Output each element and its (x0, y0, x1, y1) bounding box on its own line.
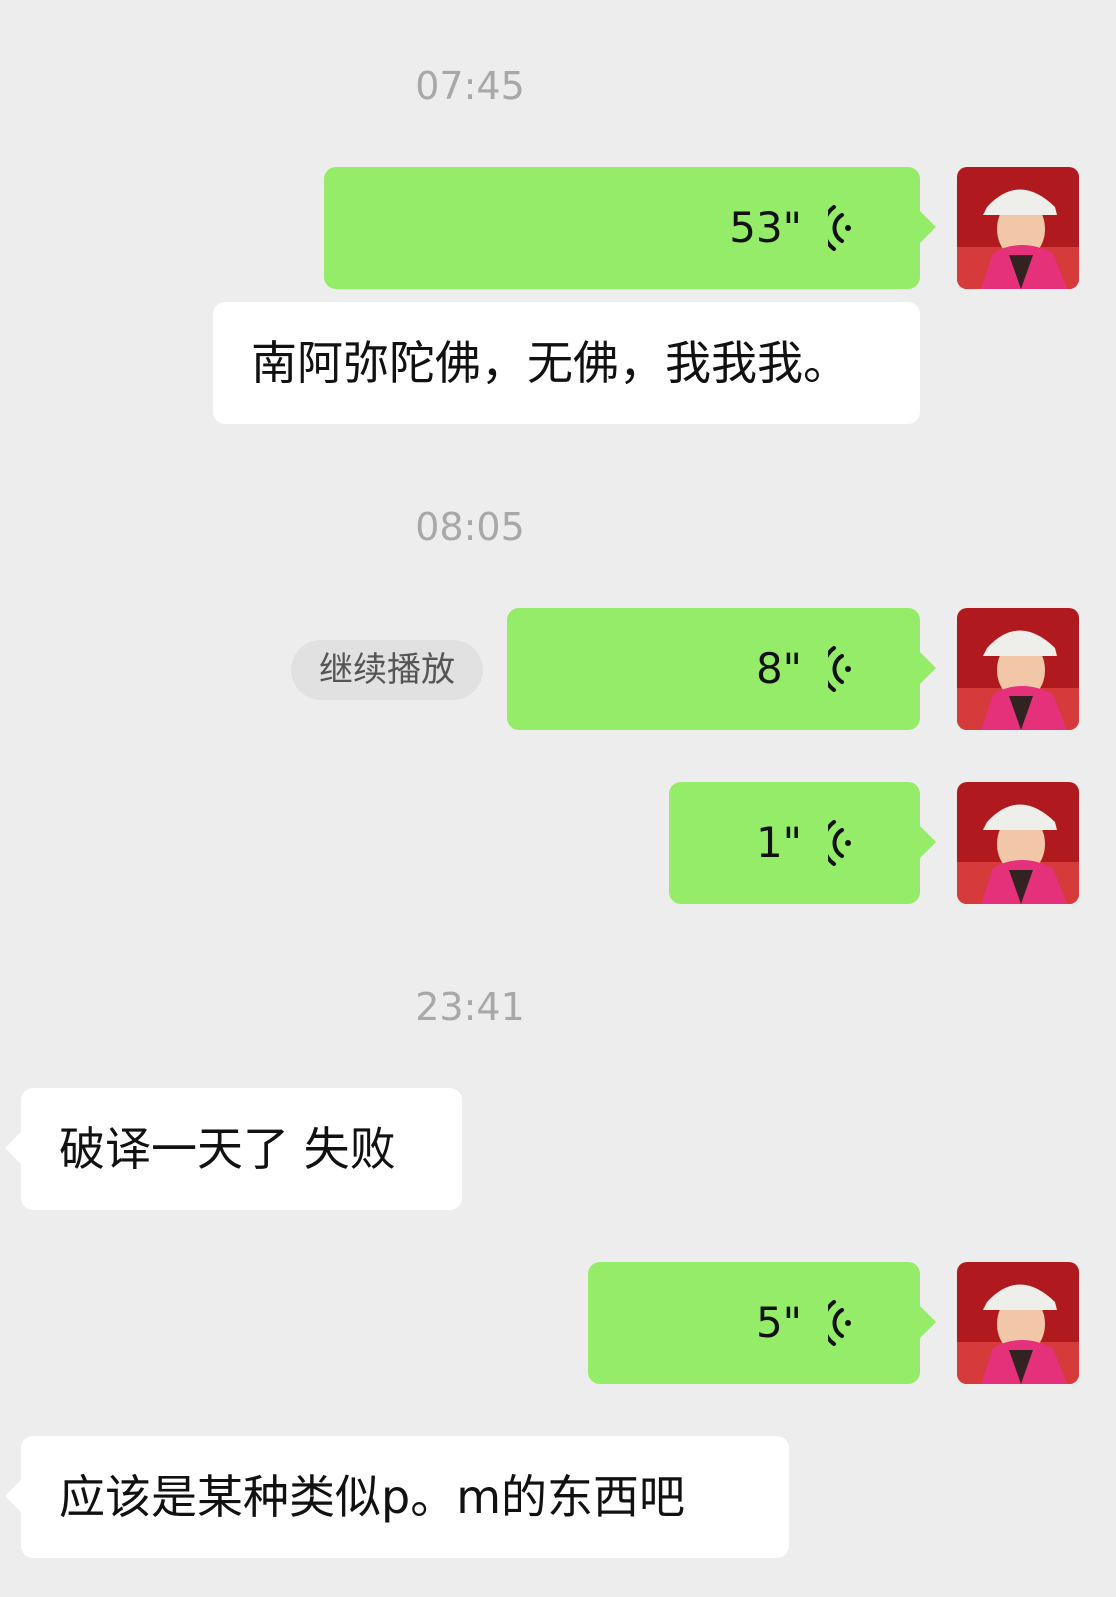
timestamp: 08:05 (415, 505, 525, 549)
continue-playing-button[interactable]: 继续播放 (291, 640, 483, 700)
received-message-bubble[interactable]: 破译一天了 失败 (5, 1088, 462, 1210)
voice-transcript-bubble[interactable]: 南阿弥陀佛，无佛，我我我。 (213, 302, 920, 424)
voice-duration: 5" (755, 1298, 802, 1347)
voice-message-bubble[interactable]: 1" (669, 782, 936, 904)
voice-wave-icon (828, 205, 851, 251)
received-message-bubble[interactable]: 应该是某种类似p。m的东西吧 (5, 1436, 789, 1558)
voice-message-bubble[interactable]: 53" (324, 167, 936, 289)
avatar[interactable] (957, 1262, 1079, 1384)
voice-wave-icon (828, 1300, 851, 1346)
message-text: 应该是某种类似p。m的东西吧 (59, 1470, 686, 1524)
voice-wave-icon (828, 646, 851, 692)
voice-message-bubble[interactable]: 5" (588, 1262, 936, 1384)
timestamp: 23:41 (415, 985, 525, 1029)
user-avatar-icon (957, 608, 1079, 730)
voice-duration: 1" (755, 818, 802, 867)
voice-message-bubble[interactable]: 8" (507, 608, 936, 730)
avatar[interactable] (957, 167, 1079, 289)
avatar[interactable] (957, 782, 1079, 904)
voice-transcript-text: 南阿弥陀佛，无佛，我我我。 (251, 336, 849, 390)
message-text: 破译一天了 失败 (59, 1122, 396, 1176)
voice-wave-icon (828, 820, 851, 866)
user-avatar-icon (957, 782, 1079, 904)
timestamp: 07:45 (415, 64, 525, 108)
voice-duration: 8" (755, 644, 802, 693)
user-avatar-icon (957, 167, 1079, 289)
user-avatar-icon (957, 1262, 1079, 1384)
voice-duration: 53" (729, 203, 802, 252)
avatar[interactable] (957, 608, 1079, 730)
